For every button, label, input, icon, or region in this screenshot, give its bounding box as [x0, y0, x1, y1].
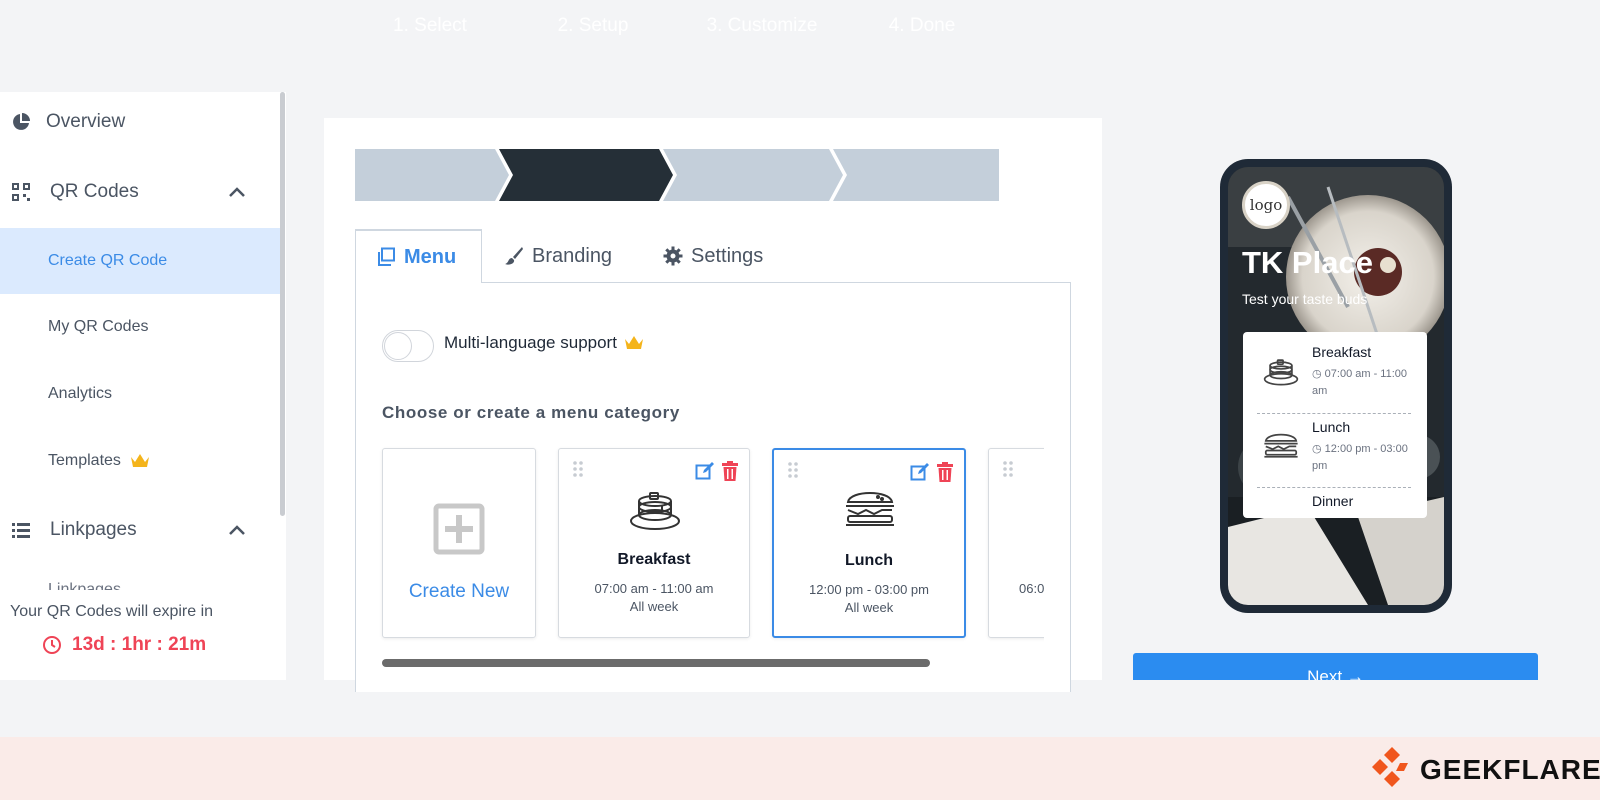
drag-handle-icon[interactable]: [573, 461, 583, 482]
sidebar-item-label: Linkpages: [50, 519, 137, 540]
trash-icon[interactable]: [721, 461, 739, 486]
sidebar-item-linkpages[interactable]: Linkpages: [0, 508, 280, 552]
card-actions: [910, 462, 954, 487]
category-name: Lunch: [845, 552, 893, 569]
clock-icon: [42, 635, 62, 655]
category-time: 12:00 pm - 03:00 pm: [809, 582, 929, 597]
sidebar-item-overview[interactable]: Overview: [0, 100, 280, 144]
expiry-text: Your QR Codes will expire in: [10, 603, 214, 620]
category-time: 07:00 am - 11:00 am: [594, 581, 714, 596]
chevron-up-icon[interactable]: [228, 182, 246, 204]
sidebar-item-linkpages-sub[interactable]: Linkpages: [48, 582, 121, 590]
category-days: All week: [629, 599, 679, 614]
preview-title: TK Place: [1242, 245, 1373, 280]
step-2-shape: [499, 149, 673, 201]
tab-label: Menu: [404, 245, 457, 268]
step-setup[interactable]: 2. Setup: [513, 0, 673, 52]
sidebar-item-templates[interactable]: Templates: [0, 428, 280, 494]
step-done[interactable]: 4. Done: [847, 0, 997, 52]
multi-language-text: Multi-language support: [444, 333, 617, 352]
preview-item-name: Breakfast: [1312, 344, 1372, 360]
multi-language-toggle[interactable]: [382, 330, 434, 362]
plus-square-icon: [433, 503, 485, 560]
tab-label: Branding: [532, 244, 613, 267]
list-icon: [10, 519, 32, 541]
category-card-breakfast[interactable]: Breakfast 07:00 am - 11:00 am All week: [558, 448, 750, 638]
multi-language-label: Multi-language support: [444, 333, 645, 353]
crown-icon: [623, 334, 645, 352]
preview-item-name: Dinner: [1312, 493, 1354, 509]
drag-handle-icon[interactable]: [1003, 461, 1013, 482]
burger-icon: [1263, 431, 1299, 464]
countdown-value: 13d : 1hr : 21m: [72, 634, 207, 655]
paint-brush-icon: [504, 246, 524, 266]
pancake-icon: [1263, 356, 1299, 391]
section-title: Choose or create a menu category: [382, 403, 680, 422]
sidebar-item-qr-codes[interactable]: QR Codes: [0, 170, 280, 214]
tab-branding[interactable]: Branding: [504, 229, 612, 283]
brand-logo: GEEKFLARE: [1370, 745, 1600, 794]
preview-item-time: ◷ 12:00 pm - 03:00 pm: [1312, 443, 1408, 472]
crown-icon: [129, 452, 151, 470]
category-card-lunch[interactable]: Lunch 12:00 pm - 03:00 pm All week: [772, 448, 966, 638]
step-select[interactable]: 1. Select: [355, 0, 505, 52]
category-time: 06:0: [1019, 581, 1044, 596]
sidebar-item-my-qr-codes[interactable]: My QR Codes: [0, 294, 280, 360]
tab-settings[interactable]: Settings: [663, 229, 763, 283]
gear-icon: [663, 246, 683, 266]
sidebar-item-label: Create QR Code: [48, 252, 168, 269]
toggle-knob: [384, 332, 412, 360]
preview-item-time-text: 12:00 pm - 03:00 pm: [1312, 443, 1408, 472]
preview-item-name: Lunch: [1312, 419, 1351, 435]
edit-icon[interactable]: [695, 461, 715, 486]
edit-icon[interactable]: [910, 462, 930, 487]
sidebar-item-label: Analytics: [48, 385, 113, 402]
burger-icon: [844, 488, 896, 533]
trash-icon[interactable]: [936, 462, 954, 487]
sidebar-item-analytics[interactable]: Analytics: [0, 361, 280, 427]
step-3-shape: [663, 149, 843, 201]
chevron-up-icon[interactable]: [228, 520, 246, 542]
preview-logo: logo: [1242, 181, 1290, 229]
preview-subtitle: Test your taste buds: [1242, 291, 1368, 307]
geekflare-logo-icon: [1370, 745, 1414, 794]
preview-menu-list: Breakfast ◷ 07:00 am - 11:00 am Lunch ◷ …: [1243, 332, 1427, 518]
preview-item-time-text: 07:00 am - 11:00 am: [1312, 368, 1408, 397]
card-actions: [695, 461, 739, 486]
category-days: All week: [844, 600, 894, 615]
sidebar-item-label: QR Codes: [50, 181, 139, 202]
preview-menu-item: Breakfast ◷ 07:00 am - 11:00 am: [1243, 332, 1427, 406]
create-new-label: Create New: [408, 581, 510, 602]
next-button[interactable]: Next →: [1133, 653, 1538, 680]
step-customize[interactable]: 3. Customize: [677, 0, 847, 52]
preview-menu-item: Dinner: [1243, 481, 1427, 518]
sidebar-scrollbar[interactable]: [280, 92, 285, 516]
pie-chart-icon: [10, 111, 32, 133]
drag-handle-icon[interactable]: [788, 462, 798, 483]
pancake-icon: [629, 487, 681, 536]
carousel-scrollbar[interactable]: [382, 659, 930, 667]
preview-item-time: ◷ 07:00 am - 11:00 am: [1312, 368, 1408, 397]
copy-icon: [376, 247, 396, 267]
tab-label: Settings: [691, 244, 764, 267]
footer: [0, 737, 1600, 800]
brand-name: GEEKFLARE: [1420, 753, 1600, 785]
sidebar-item-create-qr-code[interactable]: Create QR Code: [0, 228, 280, 294]
preview-menu-item: Lunch ◷ 12:00 pm - 03:00 pm: [1243, 407, 1427, 481]
step-1-shape: [355, 149, 509, 201]
sidebar-item-label: Templates: [48, 452, 121, 469]
sidebar-item-label: Overview: [46, 111, 126, 132]
category-card-partial[interactable]: 06:0: [988, 448, 1044, 638]
step-4-shape: [833, 149, 999, 201]
category-name: Breakfast: [617, 551, 691, 568]
qr-code-icon: [10, 181, 32, 203]
tab-menu[interactable]: Menu: [355, 229, 482, 283]
phone-screen: logo TK Place Test your taste buds Break…: [1228, 167, 1444, 605]
sidebar-item-label: My QR Codes: [48, 318, 149, 335]
stepper: [355, 149, 999, 201]
next-button-label: Next →: [1307, 667, 1364, 680]
create-new-card[interactable]: Create New: [382, 448, 536, 638]
category-carousel: Create New Breakfast 07:00 am - 11:00 am…: [376, 440, 1044, 644]
expiry-countdown: 13d : 1hr : 21m: [42, 634, 206, 656]
